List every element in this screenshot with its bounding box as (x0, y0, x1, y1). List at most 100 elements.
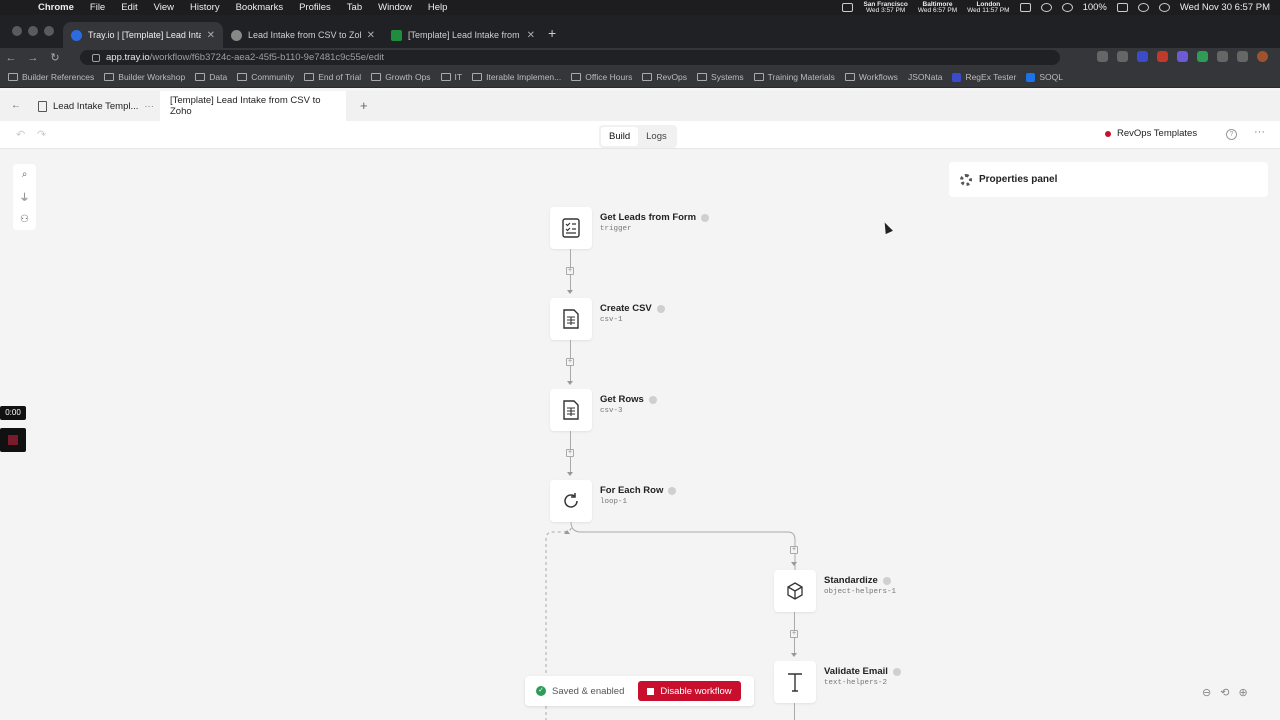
back-arrow-icon[interactable]: ← (11, 100, 21, 111)
menu-view[interactable]: View (146, 2, 182, 13)
bookmark-star-icon[interactable] (1117, 51, 1128, 62)
arrow-down-icon (791, 653, 797, 657)
bookmark-folder[interactable]: Community (237, 72, 294, 82)
disable-workflow-button[interactable]: Disable workflow (638, 681, 741, 701)
more-dots-icon[interactable]: ··· (1254, 126, 1265, 138)
add-step-icon[interactable]: + (566, 267, 574, 275)
workflow-step[interactable]: Get Leads from Form trigger (550, 207, 710, 249)
bookmark-link[interactable]: RegEx Tester (952, 72, 1016, 82)
extension-icon[interactable] (1137, 51, 1148, 62)
zoom-in-icon[interactable]: ⊕ (1238, 686, 1247, 699)
bookmark-link[interactable]: SOQL (1026, 72, 1063, 82)
side-panel-icon[interactable] (1237, 51, 1248, 62)
menu-file[interactable]: File (82, 2, 113, 13)
brightness-icon[interactable] (1040, 3, 1052, 12)
add-step-icon[interactable]: + (566, 449, 574, 457)
forward-arrow-icon[interactable]: → (22, 52, 44, 64)
add-step-icon[interactable]: + (790, 546, 798, 554)
browser-tab[interactable]: Lead Intake from CSV to Zoho ✕ (223, 22, 383, 48)
workflow-canvas[interactable]: ⌕ ⏚ ⚇ 0:00 Properties panel Get Leads fr… (0, 150, 1280, 720)
menu-help[interactable]: Help (420, 2, 456, 13)
add-tab-icon[interactable]: + (360, 98, 368, 113)
extension-icon[interactable] (1157, 51, 1168, 62)
connector-plug-icon[interactable]: ⏚ (20, 189, 30, 204)
close-tab-icon[interactable]: ✕ (207, 30, 215, 41)
stop-recording-button[interactable] (0, 428, 26, 452)
browser-tab[interactable]: Tray.io | [Template] Lead Intake ✕ (63, 22, 223, 48)
new-tab-icon[interactable]: + (548, 25, 556, 41)
control-center-icon[interactable] (1158, 3, 1170, 12)
bluetooth-icon[interactable] (1061, 3, 1073, 12)
window-minimize-button[interactable] (28, 26, 38, 36)
address-bar[interactable]: app.tray.io/workflow/f6b3724c-aea2-45f5-… (80, 50, 1060, 65)
more-dots-icon[interactable]: ··· (144, 101, 154, 112)
bookmark-folder[interactable]: Data (195, 72, 227, 82)
window-close-button[interactable] (12, 26, 22, 36)
info-icon[interactable] (701, 213, 710, 222)
puzzle-icon[interactable] (1217, 51, 1228, 62)
builder-toolbar: ↶ ↷ Build Logs RevOps Templates ? ··· (0, 121, 1280, 149)
zoom-out-icon[interactable]: ⊖ (1202, 686, 1211, 699)
menu-edit[interactable]: Edit (113, 2, 145, 13)
bookmark-folder[interactable]: IT (440, 72, 462, 82)
folder-icon (440, 73, 451, 81)
info-icon[interactable] (668, 486, 677, 495)
app-status-icon[interactable] (1019, 3, 1031, 12)
bookmark-folder[interactable]: RevOps (642, 72, 687, 82)
workflow-step[interactable]: Create CSV csv-1 (550, 298, 665, 340)
back-arrow-icon[interactable]: ← (0, 52, 22, 64)
project-selector[interactable]: RevOps Templates (1105, 128, 1197, 139)
add-step-icon[interactable]: + (790, 630, 798, 638)
menu-window[interactable]: Window (370, 2, 420, 13)
battery-icon[interactable] (1116, 3, 1128, 12)
redo-icon[interactable]: ↷ (37, 128, 46, 141)
workflow-step[interactable]: Validate Email text-helpers-2 (774, 661, 901, 703)
profile-avatar[interactable] (1257, 51, 1268, 62)
bookmark-folder[interactable]: Workflows (844, 72, 898, 82)
bookmark-link[interactable]: JSONata (908, 72, 943, 82)
reset-zoom-icon[interactable]: ⟲ (1220, 686, 1229, 699)
add-step-icon[interactable]: + (566, 358, 574, 366)
tab-build[interactable]: Build (601, 127, 639, 146)
calendar-icon[interactable] (842, 3, 854, 12)
bookmark-folder[interactable]: Builder Workshop (104, 72, 185, 82)
network-icon[interactable]: ⚇ (20, 214, 29, 225)
search-icon[interactable]: ⌕ (22, 169, 28, 180)
bookmark-folder[interactable]: Builder References (8, 72, 94, 82)
extension-icon[interactable] (1177, 51, 1188, 62)
window-zoom-button[interactable] (44, 26, 54, 36)
bookmark-folder[interactable]: Systems (697, 72, 744, 82)
info-icon[interactable] (656, 304, 665, 313)
bookmark-folder[interactable]: Growth Ops (371, 72, 431, 82)
tab-logs[interactable]: Logs (638, 127, 675, 146)
extension-icon[interactable] (1197, 51, 1208, 62)
workflow-step[interactable]: Standardize object-helpers-1 (774, 570, 896, 612)
workflow-step[interactable]: Get Rows csv-3 (550, 389, 657, 431)
menu-bar-datetime[interactable]: Wed Nov 30 6:57 PM (1180, 2, 1270, 13)
bookmark-folder[interactable]: Training Materials (753, 72, 835, 82)
menu-profiles[interactable]: Profiles (291, 2, 339, 13)
workflow-tab-active[interactable]: [Template] Lead Intake from CSV to Zoho (160, 91, 346, 121)
menu-tab[interactable]: Tab (339, 2, 370, 13)
undo-icon[interactable]: ↶ (16, 128, 25, 141)
info-icon[interactable] (892, 667, 901, 676)
help-icon[interactable]: ? (1226, 129, 1237, 140)
info-icon[interactable] (882, 576, 891, 585)
wifi-icon[interactable] (1137, 3, 1149, 12)
menu-history[interactable]: History (182, 2, 228, 13)
close-tab-icon[interactable]: ✕ (367, 30, 375, 41)
workflow-tab[interactable]: Lead Intake Templ... ··· (28, 91, 164, 121)
bookmark-folder[interactable]: Iterable Implemen... (472, 72, 561, 82)
workflow-step[interactable]: For Each Row loop-1 (550, 480, 677, 522)
reload-icon[interactable]: ↻ (44, 51, 66, 64)
bookmark-folder[interactable]: End of Trial (304, 72, 361, 82)
share-icon[interactable] (1097, 51, 1108, 62)
close-tab-icon[interactable]: ✕ (527, 30, 535, 41)
menu-bookmarks[interactable]: Bookmarks (228, 2, 292, 13)
menu-app-name[interactable]: Chrome (30, 2, 82, 13)
bookmark-folder[interactable]: Office Hours (571, 72, 632, 82)
properties-panel[interactable]: Properties panel (949, 162, 1268, 197)
info-icon[interactable] (648, 395, 657, 404)
browser-tab[interactable]: [Template] Lead Intake from C ✕ (383, 22, 543, 48)
sheets-favicon-icon (391, 29, 402, 41)
